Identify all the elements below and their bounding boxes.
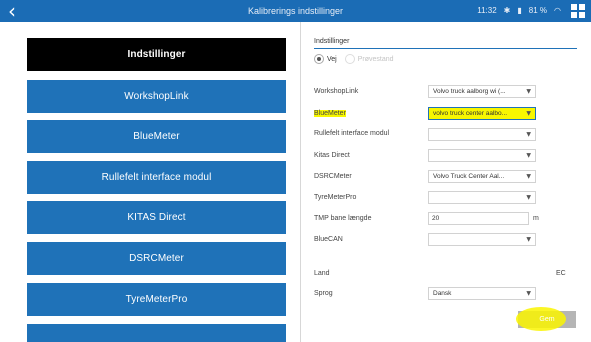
tmp-length-input[interactable]: 20 [428,212,529,225]
wifi-icon: ◠ [554,6,561,15]
nav-item-label: DSRCMeter [129,253,184,264]
radio-vej[interactable] [314,54,324,64]
save-button-label: Gem [539,316,555,323]
bluemeter-select[interactable]: volvo truck center aalbo... ▼ [428,107,536,120]
chevron-down-icon: ▼ [526,131,531,138]
dsrcmeter-label: DSRCMeter [314,173,352,180]
bluecan-select[interactable]: ▼ [428,233,536,246]
settings-panel: Indstillinger Vej Prøvestand WorkshopLin… [301,22,591,342]
nav-item-workshoplink[interactable]: WorkshopLink [27,80,286,113]
sprog-select[interactable]: Dansk ▼ [428,287,536,300]
tmp-unit: m [533,215,539,222]
save-button[interactable]: Gem [516,307,576,331]
workshoplink-label: WorkshopLink [314,88,359,95]
top-bar: ‹ Kalibrerings indstillinger 11:32 ✱ ▮ 8… [0,0,591,22]
mode-radio-group: Vej Prøvestand [314,54,394,64]
nav-item-indstillinger[interactable]: Indstillinger [27,38,286,71]
nav-item-label: KITAS Direct [127,212,186,223]
battery-icon: ▮ [517,6,522,15]
chevron-down-icon: ▼ [526,173,531,180]
clock: 11:32 [477,6,497,15]
nav-item-bluemeter[interactable]: BlueMeter [27,120,286,153]
status-area: 11:32 ✱ ▮ 81 % ◠ [477,0,561,22]
nav-item-kitas-direct[interactable]: KITAS Direct [27,201,286,234]
sprog-label: Sprog [314,290,333,297]
nav-item-dsrcmeter[interactable]: DSRCMeter [27,242,286,275]
chevron-down-icon: ▼ [526,236,531,243]
section-title: Indstillinger [314,38,350,45]
tyremeterpro-label: TyreMeterPro [314,194,357,201]
nav-item-label: Indstillinger [127,49,186,60]
tyremeterpro-select[interactable]: ▼ [428,191,536,204]
nav-item-more[interactable] [27,324,286,342]
radio-provestand[interactable] [344,54,355,64]
land-label: Land [314,270,330,277]
nav-item-tyremeterpro[interactable]: TyreMeterPro [27,283,286,316]
tmp-label: TMP bane længde [314,215,372,222]
rullefelt-label: Rullefelt interface modul [314,130,390,137]
chevron-down-icon: ▼ [526,194,531,201]
chevron-down-icon: ▼ [526,290,531,297]
sprog-value: Dansk [433,290,452,297]
workshoplink-select[interactable]: Volvo truck aalborg wi (... ▼ [428,85,536,98]
land-value: EC [556,270,566,277]
bluetooth-icon: ✱ [503,6,511,15]
chevron-down-icon: ▼ [526,88,531,95]
nav-item-rullefelt-interface-modul[interactable]: Rullefelt interface modul [27,161,286,194]
workshoplink-value: Volvo truck aalborg wi (... [433,88,506,95]
radio-vej-label: Vej [327,55,337,63]
chevron-down-icon: ▼ [526,110,531,117]
nav-item-label: BlueMeter [133,131,180,142]
radio-provestand-label: Prøvestand [357,55,394,63]
dsrcmeter-value: Volvo Truck Center Aal... [433,173,505,180]
kitas-label: Kitas Direct [314,152,350,159]
bluemeter-label-text: BlueMeter [314,110,346,117]
nav-item-label: TyreMeterPro [125,294,188,305]
nav-item-label: WorkshopLink [124,91,189,102]
rullefelt-select[interactable]: ▼ [428,128,536,141]
bluecan-label: BlueCAN [314,236,343,243]
grid-icon[interactable] [571,4,585,18]
battery-level: 81 % [528,6,548,15]
dsrcmeter-select[interactable]: Volvo Truck Center Aal... ▼ [428,170,536,183]
kitas-select[interactable]: ▼ [428,149,536,162]
bluemeter-label: BlueMeter [314,110,346,117]
bluemeter-value: volvo truck center aalbo... [433,110,508,117]
sidebar: Indstillinger WorkshopLink BlueMeter Rul… [0,22,300,342]
chevron-down-icon: ▼ [526,152,531,159]
section-divider [314,48,577,49]
nav-item-label: Rullefelt interface modul [101,172,212,183]
